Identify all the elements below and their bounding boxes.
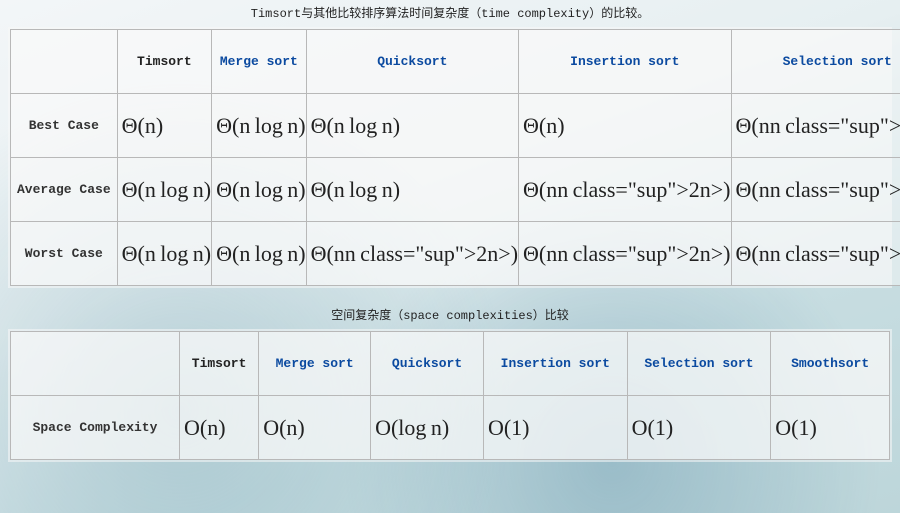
formula: Θ(n log n): [122, 177, 211, 202]
table-row: Best Case Θ(n) Θ(n log n) Θ(n log n) Θ(n…: [11, 94, 900, 158]
formula: Θ(nn class="sup">2n>): [736, 177, 900, 202]
header-row: Timsort Merge sort Quicksort Insertion s…: [11, 332, 890, 396]
formula: O(log n): [375, 415, 449, 440]
cell: Θ(n): [519, 94, 731, 158]
cell: O(1): [483, 396, 627, 460]
cell: Θ(nn class="sup">2n>): [731, 94, 900, 158]
formula: Θ(nn class="sup">2n>): [523, 177, 730, 202]
col-timsort: Timsort: [179, 332, 258, 396]
space-complexity-table: Timsort Merge sort Quicksort Insertion s…: [10, 331, 890, 460]
cell: Θ(n log n): [212, 158, 306, 222]
col-timsort: Timsort: [117, 30, 211, 94]
cell: O(log n): [371, 396, 484, 460]
formula: Θ(nn class="sup">2n>): [523, 241, 730, 266]
formula: Θ(n): [523, 113, 565, 138]
formula: O(n): [263, 415, 305, 440]
formula: Θ(n): [122, 113, 164, 138]
col-smoothsort[interactable]: Smoothsort: [771, 332, 890, 396]
cell: O(n): [259, 396, 371, 460]
col-insertion-sort[interactable]: Insertion sort: [519, 30, 731, 94]
cell: Θ(nn class="sup">2n>): [731, 222, 900, 286]
table-row: Average Case Θ(n log n) Θ(n log n) Θ(n l…: [11, 158, 900, 222]
space-caption: 空间复杂度（space complexities）比较: [0, 306, 900, 323]
formula: Θ(nn class="sup">2n>): [736, 113, 900, 138]
cell: O(n): [179, 396, 258, 460]
col-insertion-sort[interactable]: Insertion sort: [483, 332, 627, 396]
cell: Θ(nn class="sup">2n>): [306, 222, 518, 286]
formula: O(n): [184, 415, 226, 440]
cell: Θ(n log n): [306, 94, 518, 158]
table-row: Space Complexity O(n) O(n) O(log n) O(1)…: [11, 396, 890, 460]
formula: Θ(n log n): [311, 177, 400, 202]
formula: Θ(n log n): [122, 241, 211, 266]
cell: Θ(nn class="sup">2n>): [731, 158, 900, 222]
cell: Θ(nn class="sup">2n>): [519, 222, 731, 286]
time-complexity-table: Timsort Merge sort Quicksort Insertion s…: [10, 29, 900, 286]
col-selection-sort[interactable]: Selection sort: [627, 332, 771, 396]
corner-cell: [11, 332, 180, 396]
cell: Θ(nn class="sup">2n>): [519, 158, 731, 222]
formula: O(1): [775, 415, 817, 440]
formula: Θ(nn class="sup">2n>): [311, 241, 518, 266]
col-quicksort[interactable]: Quicksort: [306, 30, 518, 94]
space-table-wrap: Timsort Merge sort Quicksort Insertion s…: [8, 329, 892, 462]
cell: Θ(n log n): [306, 158, 518, 222]
row-average-case: Average Case: [11, 158, 118, 222]
time-table-wrap: Timsort Merge sort Quicksort Insertion s…: [8, 27, 892, 288]
formula: Θ(n log n): [311, 113, 400, 138]
row-best-case: Best Case: [11, 94, 118, 158]
formula: Θ(n log n): [216, 177, 305, 202]
col-merge-sort[interactable]: Merge sort: [259, 332, 371, 396]
col-merge-sort[interactable]: Merge sort: [212, 30, 306, 94]
formula: O(1): [632, 415, 674, 440]
formula: Θ(nn class="sup">2n>): [736, 241, 900, 266]
table-row: Worst Case Θ(n log n) Θ(n log n) Θ(nn cl…: [11, 222, 900, 286]
cell: O(1): [771, 396, 890, 460]
cell: Θ(n log n): [212, 94, 306, 158]
cell: Θ(n log n): [212, 222, 306, 286]
formula: Θ(n log n): [216, 113, 305, 138]
row-worst-case: Worst Case: [11, 222, 118, 286]
header-row: Timsort Merge sort Quicksort Insertion s…: [11, 30, 900, 94]
cell: O(1): [627, 396, 771, 460]
col-quicksort[interactable]: Quicksort: [371, 332, 484, 396]
row-space-complexity: Space Complexity: [11, 396, 180, 460]
formula: Θ(n log n): [216, 241, 305, 266]
time-caption: Timsort与其他比较排序算法时间复杂度（time complexity）的比…: [0, 4, 900, 21]
cell: Θ(n log n): [117, 158, 211, 222]
cell: Θ(n): [117, 94, 211, 158]
cell: Θ(n log n): [117, 222, 211, 286]
col-selection-sort[interactable]: Selection sort: [731, 30, 900, 94]
corner-cell: [11, 30, 118, 94]
formula: O(1): [488, 415, 530, 440]
